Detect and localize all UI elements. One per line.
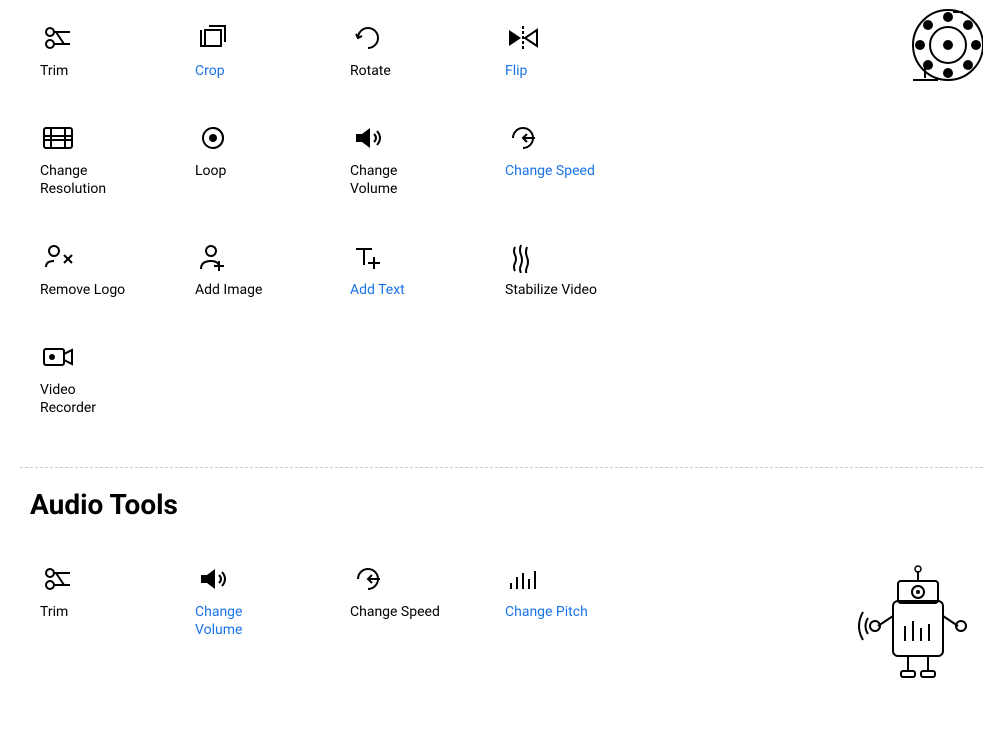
video-tools-row1: Trim Crop Rotate bbox=[30, 10, 973, 90]
video-tools-row2: ChangeResolution Loop Change bbox=[30, 110, 973, 208]
tool-audio-change-speed[interactable]: Change Speed bbox=[340, 551, 485, 649]
tool-add-image-label: Add Image bbox=[195, 281, 262, 299]
tool-loop-label: Loop bbox=[195, 162, 226, 180]
tool-audio-trim[interactable]: Trim bbox=[30, 551, 175, 649]
tool-change-resolution-label: ChangeResolution bbox=[40, 162, 106, 198]
speed-icon bbox=[505, 120, 541, 156]
audio-volume-icon bbox=[195, 561, 231, 597]
audio-tools-section: Audio Tools Trim bbox=[0, 468, 1003, 699]
tool-remove-logo[interactable]: Remove Logo bbox=[30, 229, 175, 309]
tool-video-recorder-label: VideoRecorder bbox=[40, 381, 96, 417]
tool-change-volume-label: ChangeVolume bbox=[350, 162, 397, 198]
tool-video-recorder[interactable]: VideoRecorder bbox=[30, 329, 175, 427]
tool-trim[interactable]: Trim bbox=[30, 10, 175, 90]
video-tools-row4: VideoRecorder bbox=[30, 329, 973, 427]
tool-trim-label: Trim bbox=[40, 62, 68, 80]
tool-stabilize-video[interactable]: Stabilize Video bbox=[495, 229, 640, 309]
tool-audio-change-pitch[interactable]: Change Pitch bbox=[495, 551, 640, 649]
audio-tools-row1: Trim ChangeVolume Change Spe bbox=[30, 551, 973, 649]
resolution-icon bbox=[40, 120, 76, 156]
tool-rotate[interactable]: Rotate bbox=[340, 10, 485, 90]
video-tools-row3: Remove Logo Add Image bbox=[30, 229, 973, 309]
tool-audio-change-volume[interactable]: ChangeVolume bbox=[185, 551, 330, 649]
tool-change-speed[interactable]: Change Speed bbox=[495, 110, 640, 208]
film-reel-decoration bbox=[893, 0, 983, 94]
tool-audio-trim-label: Trim bbox=[40, 603, 68, 621]
audio-trim-icon bbox=[40, 561, 76, 597]
tool-crop[interactable]: Crop bbox=[185, 10, 330, 90]
robot-decoration bbox=[853, 556, 983, 690]
tool-change-volume[interactable]: ChangeVolume bbox=[340, 110, 485, 208]
tool-crop-label: Crop bbox=[195, 62, 225, 80]
video-tools-section: Trim Crop Rotate bbox=[0, 0, 1003, 467]
volume-icon bbox=[350, 120, 386, 156]
flip-icon bbox=[505, 20, 541, 56]
tool-change-resolution[interactable]: ChangeResolution bbox=[30, 110, 175, 208]
add-image-icon bbox=[195, 239, 231, 275]
remove-logo-icon bbox=[40, 239, 76, 275]
audio-pitch-icon bbox=[505, 561, 541, 597]
tool-flip[interactable]: Flip bbox=[495, 10, 640, 90]
trim-icon bbox=[40, 20, 76, 56]
tool-audio-change-speed-label: Change Speed bbox=[350, 603, 440, 621]
tool-flip-label: Flip bbox=[505, 62, 527, 80]
tool-add-image[interactable]: Add Image bbox=[185, 229, 330, 309]
loop-icon bbox=[195, 120, 231, 156]
tool-rotate-label: Rotate bbox=[350, 62, 391, 80]
tool-change-speed-label: Change Speed bbox=[505, 162, 595, 180]
tool-add-text[interactable]: Add Text bbox=[340, 229, 485, 309]
tool-audio-change-volume-label: ChangeVolume bbox=[195, 603, 242, 639]
crop-icon bbox=[195, 20, 231, 56]
tool-add-text-label: Add Text bbox=[350, 281, 405, 299]
tool-audio-change-pitch-label: Change Pitch bbox=[505, 603, 588, 621]
add-text-icon bbox=[350, 239, 386, 275]
audio-tools-title: Audio Tools bbox=[30, 488, 973, 521]
stabilize-icon bbox=[505, 239, 541, 275]
rotate-icon bbox=[350, 20, 386, 56]
tool-stabilize-label: Stabilize Video bbox=[505, 281, 597, 299]
tool-loop[interactable]: Loop bbox=[185, 110, 330, 208]
audio-speed-icon bbox=[350, 561, 386, 597]
tool-remove-logo-label: Remove Logo bbox=[40, 281, 125, 299]
recorder-icon bbox=[40, 339, 76, 375]
